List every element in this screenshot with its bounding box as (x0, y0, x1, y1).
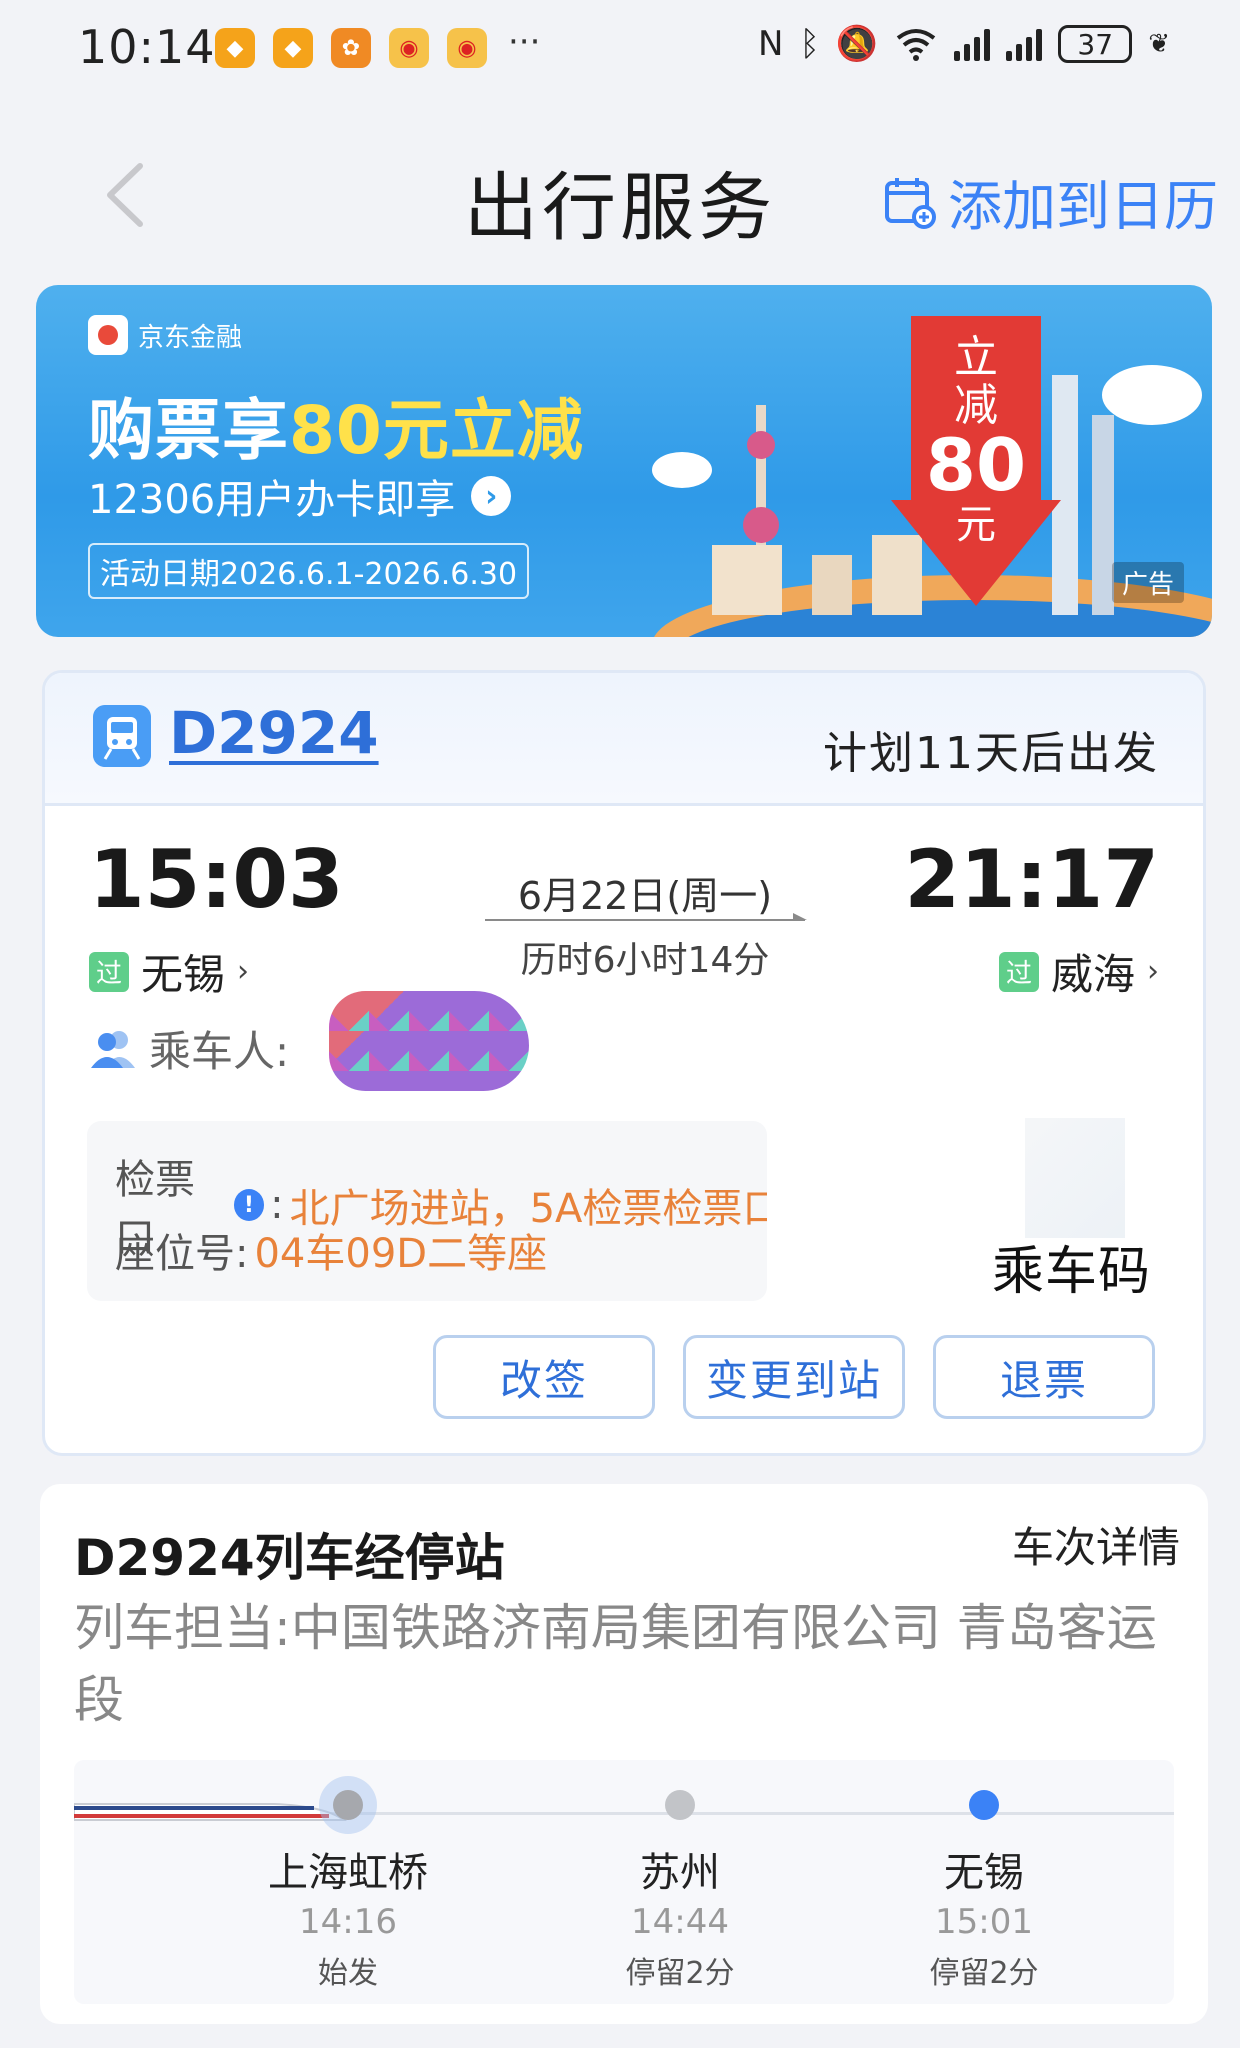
info-icon[interactable]: ! (233, 1189, 265, 1221)
ride-code-qr-icon[interactable] (1025, 1118, 1125, 1238)
ride-code-button[interactable]: 乘车码 (992, 1229, 1151, 1304)
departure-countdown: 计划11天后出发 (823, 728, 1159, 779)
headline-prefix: 购票享 (88, 392, 289, 469)
activity-date: 活动日期2026.6.1-2026.6.30 (88, 543, 530, 599)
signal-icon (1006, 27, 1043, 61)
train-icon (93, 705, 151, 767)
headline-highlight: 80元立减 (289, 392, 584, 469)
departure-time: 15:03 (89, 833, 344, 926)
bluetooth-icon: ᛒ (799, 24, 820, 64)
app-notification-icon: ◆ (273, 28, 313, 68)
jd-finance-logo (88, 315, 128, 355)
change-destination-button[interactable]: 变更到站 (683, 1335, 905, 1419)
stop-time: 15:01 (935, 1902, 1033, 1942)
travel-duration: 历时6小时14分 (520, 940, 770, 981)
status-bar: 10:14 ◆ ◆ ✿ ◉ ◉ ··· N ᛒ 🔕 37 ❦ (0, 0, 1240, 100)
stop-note: 停留2分 (625, 1956, 735, 1991)
arrival-station-name: 威海 (1050, 950, 1135, 999)
banner-subline[interactable]: 12306用户办卡即享 › (88, 467, 512, 525)
chevron-right-icon: › (237, 954, 250, 989)
battery-indicator: 37 (1058, 25, 1133, 63)
badge-unit: 元 (956, 502, 996, 548)
route-arrow (485, 913, 807, 921)
nfc-icon: N (758, 24, 784, 64)
stop-note: 停留2分 (929, 1956, 1039, 1991)
stop-time: 14:16 (299, 1902, 397, 1942)
stop-item[interactable]: 上海虹桥 14:16 始发 (238, 1790, 458, 1992)
pass-tag: 过 (89, 951, 129, 992)
passenger-name-redacted (329, 991, 529, 1091)
promo-arrow-badge: 立 减 80 元 (891, 316, 1061, 606)
refund-button[interactable]: 退票 (933, 1335, 1155, 1419)
stop-dot (333, 1790, 363, 1820)
add-to-calendar-label: 添加到日历 (948, 175, 1218, 238)
chevron-right-icon: › (471, 476, 512, 516)
route-timeline[interactable]: 上海虹桥 14:16 始发 苏州 14:44 停留2分 无锡 15:01 停留2… (74, 1760, 1174, 2004)
chevron-right-icon: › (1147, 954, 1159, 989)
ad-label: 广告 (1111, 562, 1184, 603)
promo-banner[interactable]: 京东金融 购票享80元立减 12306用户办卡即享 › 活动日期2026.6.1… (36, 285, 1212, 637)
ticket-card: D2924 计划11天后出发 15:03 6月22日(周一) 历时6小时14分 … (42, 670, 1206, 1456)
stop-name: 上海虹桥 (268, 1850, 428, 1896)
arrival-station[interactable]: 过 威海 › (998, 941, 1159, 1002)
calendar-icon (885, 177, 936, 229)
stop-dot (969, 1790, 999, 1820)
ticket-info-box: 检票口 ! : 北广场进站，5A检票检票口 座位号: 04车09D二等座 (87, 1121, 767, 1301)
departure-station-name: 无锡 (141, 950, 226, 999)
stops-title: D2924列车经停站 (74, 1529, 505, 1587)
train-number-link[interactable]: D2924 (169, 699, 379, 767)
notification-icons: ◆ ◆ ✿ ◉ ◉ (215, 28, 487, 68)
app-notification-icon: ◆ (215, 28, 255, 68)
weibo-notification-icon: ◉ (447, 28, 487, 68)
mute-icon: 🔕 (835, 24, 879, 64)
arrival-time: 21:17 (904, 833, 1159, 926)
change-ticket-button[interactable]: 改签 (433, 1335, 655, 1419)
banner-headline: 购票享80元立减 (88, 377, 584, 473)
add-to-calendar-button[interactable]: 添加到日历 (884, 162, 1218, 241)
stop-note: 始发 (318, 1956, 378, 1991)
subline-text: 12306用户办卡即享 (88, 477, 456, 523)
departure-station[interactable]: 过 无锡 › (89, 941, 249, 1002)
signal-icon (954, 27, 991, 61)
status-time: 10:14 (78, 20, 216, 74)
system-icons: N ᛒ 🔕 37 ❦ (758, 24, 1170, 64)
seat-label: 座位号: (115, 1231, 249, 1277)
stop-time: 14:44 (631, 1902, 729, 1942)
banner-brand: 京东金融 (88, 315, 242, 355)
brand-name: 京东金融 (138, 322, 243, 353)
stop-dot (665, 1790, 695, 1820)
weibo-notification-icon: ◉ (389, 28, 429, 68)
seat-value: 04车09D二等座 (254, 1231, 548, 1277)
passenger-label: 乘车人: (149, 1027, 290, 1076)
badge-top: 立 (954, 332, 998, 383)
app-notification-icon: ✿ (331, 28, 371, 68)
stop-item[interactable]: 苏州 14:44 停留2分 (570, 1790, 790, 1992)
stop-name: 苏州 (640, 1850, 720, 1896)
more-notifications-icon: ··· (508, 22, 541, 62)
header: 出行服务 添加到日历 (0, 130, 1240, 260)
passenger-row: 乘车人: (89, 1018, 289, 1079)
stop-name: 无锡 (944, 1850, 1024, 1896)
seat-row: 座位号: 04车09D二等座 (115, 1221, 547, 1279)
train-details-link[interactable]: 车次详情 (1012, 1514, 1180, 1575)
train-operator: 列车担当:中国铁路济南局集团有限公司 青岛客运段 (74, 1599, 1157, 1729)
badge-amount: 80 (926, 423, 1026, 507)
travel-date: 6月22日(周一) (517, 874, 773, 918)
ticket-header: D2924 计划11天后出发 (45, 673, 1203, 806)
pass-tag: 过 (998, 951, 1039, 992)
stop-item[interactable]: 无锡 15:01 停留2分 (874, 1790, 1094, 1992)
leaf-icon: ❦ (1148, 29, 1170, 59)
wifi-icon (896, 29, 936, 61)
stops-card: D2924列车经停站 车次详情 列车担当:中国铁路济南局集团有限公司 青岛客运段… (40, 1484, 1208, 2024)
passengers-icon (91, 1030, 135, 1068)
